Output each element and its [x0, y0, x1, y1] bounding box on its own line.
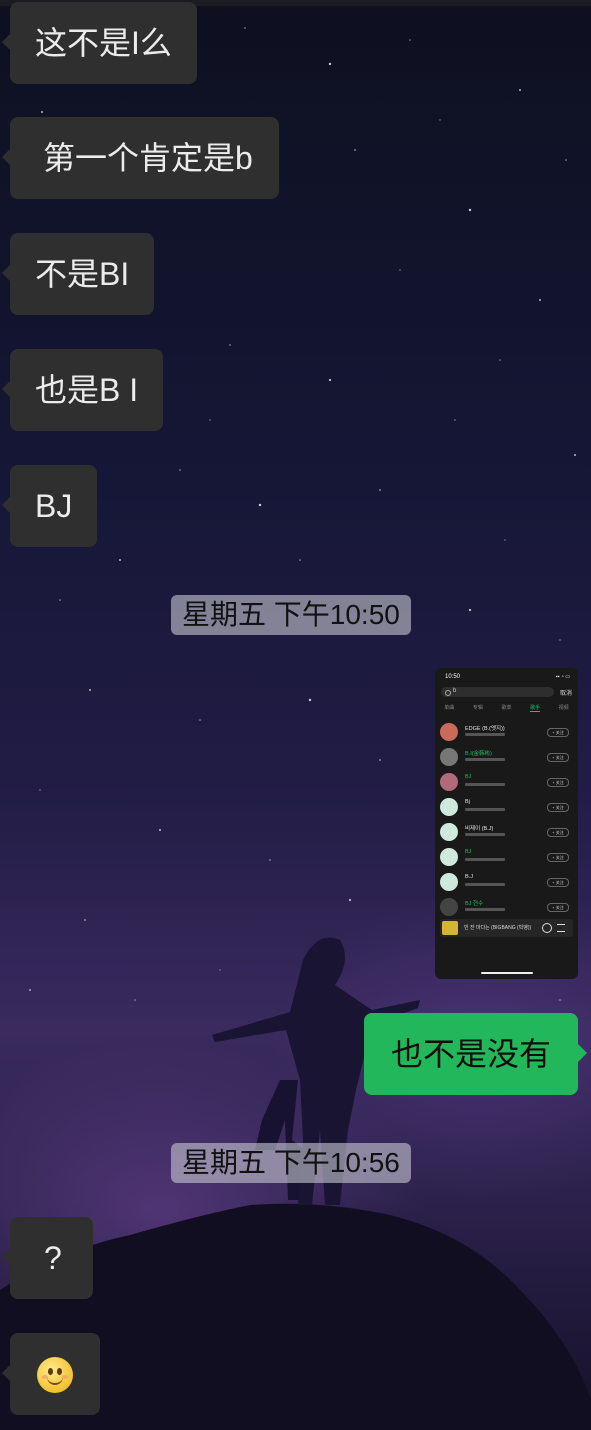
- result-name: B.I(金韩彬): [465, 751, 492, 757]
- avatar: [440, 773, 458, 791]
- result-name: BJ: [465, 849, 472, 855]
- message-text: ?: [44, 1240, 62, 1276]
- chat-bubble-incoming[interactable]: BJ: [1, 465, 98, 547]
- chat-bubble-incoming[interactable]: 这不是I么: [2, 2, 197, 84]
- avatar: [440, 798, 458, 816]
- play-icon: [542, 923, 552, 933]
- search-icon: [445, 690, 451, 696]
- follow-button: + 关注: [547, 853, 569, 862]
- chat-bubble-incoming[interactable]: [2, 1333, 100, 1415]
- message-text: 也不是没有: [390, 1036, 551, 1072]
- follow-button: + 关注: [547, 728, 569, 737]
- search-query: b: [453, 688, 457, 694]
- avatar: [440, 723, 458, 741]
- message-text: 这不是I么: [35, 25, 172, 61]
- message-text: BJ: [35, 488, 73, 524]
- result-name: BJ: [465, 774, 472, 780]
- tab: 专辑: [472, 705, 483, 711]
- chat-bubble-incoming[interactable]: 也是B I: [1, 349, 164, 431]
- result-name: B.J: [465, 874, 473, 880]
- tab: 视频: [558, 705, 569, 711]
- result-row: BJ 현수 + 关注: [440, 896, 573, 918]
- cancel-label: 取消: [559, 691, 572, 697]
- avatar: [440, 848, 458, 866]
- result-row: BJ + 关注: [440, 846, 573, 868]
- status-time: 10:50: [445, 674, 461, 680]
- avatar: [440, 898, 458, 916]
- now-playing-title: 빈 잔 마다는 (BIGBANG (빅뱅)): [464, 925, 532, 931]
- home-indicator: [481, 972, 533, 974]
- follow-button: + 关注: [547, 878, 569, 887]
- search-tabs: 单曲 专辑 歌单 歌手 视频: [435, 704, 578, 712]
- avatar: [440, 748, 458, 766]
- follow-button: + 关注: [547, 778, 569, 787]
- result-name: Bj: [465, 799, 470, 805]
- tab: 单曲: [444, 705, 455, 711]
- result-meta: [465, 833, 505, 836]
- avatar: [440, 873, 458, 891]
- message-text: 也是B I: [35, 372, 139, 408]
- follow-button: + 关注: [547, 753, 569, 762]
- sent-image-thumbnail[interactable]: 10:50 ▪▪ ◔ ▭ b 取消 单曲 专辑 歌单 歌手 视频 EDGE (B…: [435, 668, 578, 979]
- status-icons: ▪▪ ◔ ▭: [555, 674, 570, 680]
- follow-button: + 关注: [547, 803, 569, 812]
- result-meta: [465, 858, 505, 861]
- result-row: BJ + 关注: [440, 771, 573, 793]
- album-cover: [442, 921, 458, 935]
- result-meta: [465, 783, 505, 786]
- chat-bubble-outgoing[interactable]: 也不是没有: [363, 1013, 588, 1095]
- result-name: BJ 현수: [465, 901, 484, 907]
- search-field: b: [441, 687, 554, 697]
- follow-button: + 关注: [547, 828, 569, 837]
- result-row: Bj + 关注: [440, 796, 573, 818]
- follow-button: + 关注: [547, 903, 569, 912]
- smile-emoji-icon: [37, 1356, 73, 1393]
- result-name: EDGE (B.(엣지)): [465, 726, 505, 732]
- chat-bubble-incoming[interactable]: 不是BI: [1, 233, 155, 315]
- chat-timestamp: 星期五 下午10:56: [171, 1143, 411, 1183]
- result-name: 비제이 (B.J): [465, 826, 494, 832]
- avatar: [440, 823, 458, 841]
- tab-active: 歌手: [530, 705, 541, 712]
- chat-bubble-incoming[interactable]: 第一个肯定是b: [2, 117, 279, 199]
- result-meta: [465, 808, 505, 811]
- mini-player: 빈 잔 마다는 (BIGBANG (빅뱅)): [440, 919, 573, 937]
- chat-bubble-incoming[interactable]: ?: [2, 1217, 93, 1299]
- result-row: B.J + 关注: [440, 871, 573, 893]
- result-meta: [465, 883, 505, 886]
- result-meta: [465, 758, 505, 761]
- chat-timestamp: 星期五 下午10:50: [171, 595, 411, 635]
- message-text: 第一个肯定是b: [43, 140, 253, 176]
- result-row: 비제이 (B.J) + 关注: [440, 821, 573, 843]
- playlist-icon: [557, 924, 565, 932]
- result-meta: [465, 908, 505, 911]
- result-meta: [465, 733, 505, 736]
- result-row: EDGE (B.(엣지)) + 关注: [440, 721, 573, 743]
- result-row: B.I(金韩彬) + 关注: [440, 746, 573, 768]
- tab: 歌单: [501, 705, 512, 711]
- message-text: 不是BI: [35, 256, 130, 292]
